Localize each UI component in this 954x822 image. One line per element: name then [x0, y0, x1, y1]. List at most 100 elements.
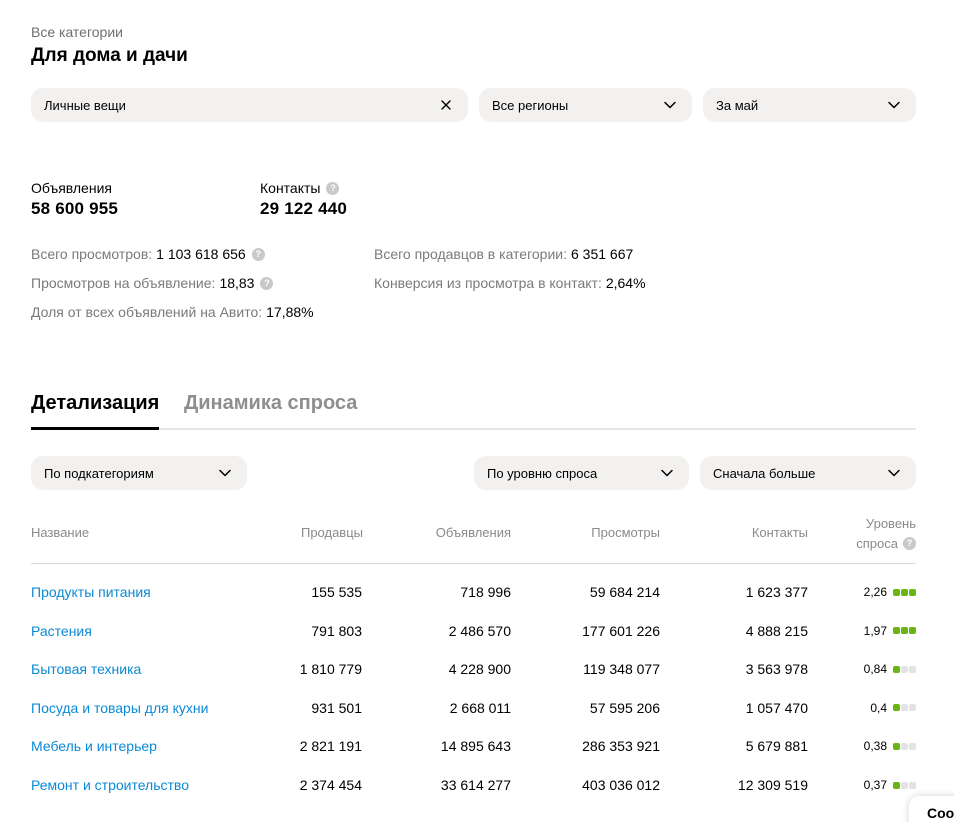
- group-by-select-value: По подкатегориям: [44, 465, 154, 481]
- cell-ads: 14 895 643: [440, 738, 511, 755]
- share-value: 17,88%: [266, 304, 314, 320]
- chevron-down-icon: [217, 465, 233, 481]
- help-icon[interactable]: ?: [260, 276, 274, 290]
- column-header-ads[interactable]: Объявления: [436, 525, 511, 540]
- cell-contacts: 1 623 377: [745, 584, 808, 600]
- table-row: Продукты питания 155 535 718 996 59 684 214…: [31, 584, 916, 604]
- column-header-views[interactable]: Просмотры: [591, 525, 660, 540]
- tab-details[interactable]: Детализация: [31, 392, 160, 430]
- tab-demand-dynamics[interactable]: Динамика спроса: [184, 392, 357, 415]
- total-views-stat: Всего просмотров: 1 103 618 656 ?: [31, 246, 265, 262]
- subcategory-link[interactable]: Посуда и товары для кухни: [31, 700, 208, 716]
- group-by-select[interactable]: По подкатегориям: [31, 456, 247, 490]
- contacts-metric: Контакты ? 29 122 440: [260, 180, 347, 219]
- ads-metric-label: Объявления: [31, 180, 112, 196]
- chevron-down-icon: [662, 97, 678, 113]
- demand-level-dot: [893, 665, 900, 673]
- demand-level-value: 2,26: [863, 585, 887, 599]
- conversion-value: 2,64%: [605, 275, 646, 291]
- demand-level-value: 0,37: [863, 778, 887, 792]
- cell-sellers: 2 374 454: [299, 777, 362, 793]
- chevron-down-icon: [886, 97, 902, 113]
- demand-level-dot: [893, 627, 900, 635]
- subcategory-link[interactable]: Растения: [31, 623, 92, 639]
- subcategory-link[interactable]: Мебель и интерьер: [31, 738, 157, 754]
- clear-icon[interactable]: [438, 97, 454, 113]
- views-per-ad-label: Просмотров на объявление:: [31, 275, 216, 291]
- demand-level-dot: [909, 742, 916, 750]
- sort-field-select-value: По уровню спроса: [487, 465, 598, 481]
- conversion-stat: Конверсия из просмотра в контакт: 2,64%: [374, 275, 646, 291]
- column-header-sellers[interactable]: Продавцы: [301, 525, 363, 540]
- sort-order-select-value: Сначала больше: [713, 465, 816, 481]
- chevron-down-icon: [886, 465, 902, 481]
- chat-widget-button[interactable]: Coo: [909, 796, 954, 822]
- cell-sellers: 2 821 191: [299, 738, 362, 755]
- demand-level-indicator: [893, 704, 916, 712]
- contacts-metric-value: 29 122 440: [260, 199, 348, 218]
- help-icon[interactable]: ?: [903, 537, 916, 550]
- demand-level-dot: [909, 588, 916, 596]
- cell-sellers: 931 501: [311, 699, 362, 716]
- cell-ads: 718 996: [460, 584, 511, 600]
- demand-level-indicator: [893, 627, 916, 635]
- subcategory-link[interactable]: Ремонт и строительство: [31, 777, 189, 793]
- cell-contacts: 12 309 519: [737, 777, 808, 793]
- help-icon[interactable]: ?: [326, 181, 340, 195]
- cell-ads: 2 668 011: [449, 699, 511, 716]
- breadcrumb[interactable]: Все категории: [31, 24, 123, 40]
- demand-level: 1,97: [864, 624, 916, 638]
- cell-sellers: 1 810 779: [299, 661, 362, 678]
- demand-level: 0,38: [864, 739, 916, 753]
- ads-metric-value: 58 600 955: [31, 199, 119, 218]
- demand-level-dot: [901, 704, 908, 712]
- demand-level-dot: [893, 742, 900, 750]
- column-header-name[interactable]: Название: [31, 525, 89, 540]
- cell-ads: 4 228 900: [448, 661, 511, 678]
- share-label: Доля от всех объявлений на Авито:: [31, 304, 263, 320]
- ads-metric: Объявления 58 600 955: [31, 180, 118, 219]
- cell-views: 286 353 921: [582, 738, 660, 755]
- cell-views: 177 601 226: [582, 622, 660, 639]
- chevron-down-icon: [659, 465, 675, 481]
- cell-views: 57 595 206: [589, 699, 660, 716]
- sort-field-select[interactable]: По уровню спроса: [474, 456, 689, 490]
- total-views-value: 1 103 618 656: [156, 246, 246, 262]
- period-select-value: За май: [716, 97, 759, 113]
- sellers-value: 6 351 667: [571, 246, 634, 262]
- region-select-value: Все регионы: [492, 97, 569, 113]
- sort-order-select[interactable]: Сначала больше: [700, 456, 916, 490]
- demand-level-dot: [893, 704, 900, 712]
- demand-level-value: 1,97: [863, 623, 887, 638]
- region-select[interactable]: Все регионы: [479, 88, 692, 122]
- contacts-metric-label: Контакты: [260, 180, 321, 196]
- demand-level-dot: [909, 781, 916, 789]
- page-title: Для дома и дачи: [31, 45, 188, 66]
- cell-contacts: 3 563 978: [745, 661, 808, 678]
- cell-contacts: 5 679 881: [745, 738, 808, 755]
- column-header-level[interactable]: Уровень спроса ?: [856, 516, 916, 551]
- subcategory-filter[interactable]: Личные вещи: [31, 88, 468, 122]
- subcategory-link[interactable]: Бытовая техника: [31, 661, 141, 677]
- cell-contacts: 1 057 470: [745, 699, 808, 716]
- table-row: Посуда и товары для кухни 931 501 2 668 01…: [31, 700, 916, 720]
- cell-sellers: 155 535: [311, 584, 362, 600]
- demand-level: 2,26: [864, 585, 916, 599]
- demand-level-dot: [901, 627, 908, 635]
- demand-level-value: 0,38: [863, 739, 887, 754]
- cell-views: 59 684 214: [589, 584, 660, 600]
- demand-level-dot: [901, 781, 908, 789]
- period-select[interactable]: За май: [703, 88, 916, 122]
- subcategory-link[interactable]: Продукты питания: [31, 584, 151, 600]
- help-icon[interactable]: ?: [251, 247, 265, 261]
- column-header-contacts[interactable]: Контакты: [752, 525, 808, 540]
- demand-level-indicator: [893, 781, 916, 789]
- demand-level: 0,84: [864, 662, 916, 676]
- cell-views: 119 348 077: [583, 661, 660, 678]
- demand-level-dot: [893, 781, 900, 789]
- cell-ads: 2 486 570: [448, 622, 511, 639]
- conversion-label: Конверсия из просмотра в контакт:: [374, 275, 602, 291]
- cell-ads: 33 614 277: [440, 777, 511, 793]
- table-row: Бытовая техника 1 810 779 4 228 900 119 348…: [31, 661, 916, 681]
- table-row: Растения 791 803 2 486 570 177 601 226 4 888…: [31, 623, 916, 643]
